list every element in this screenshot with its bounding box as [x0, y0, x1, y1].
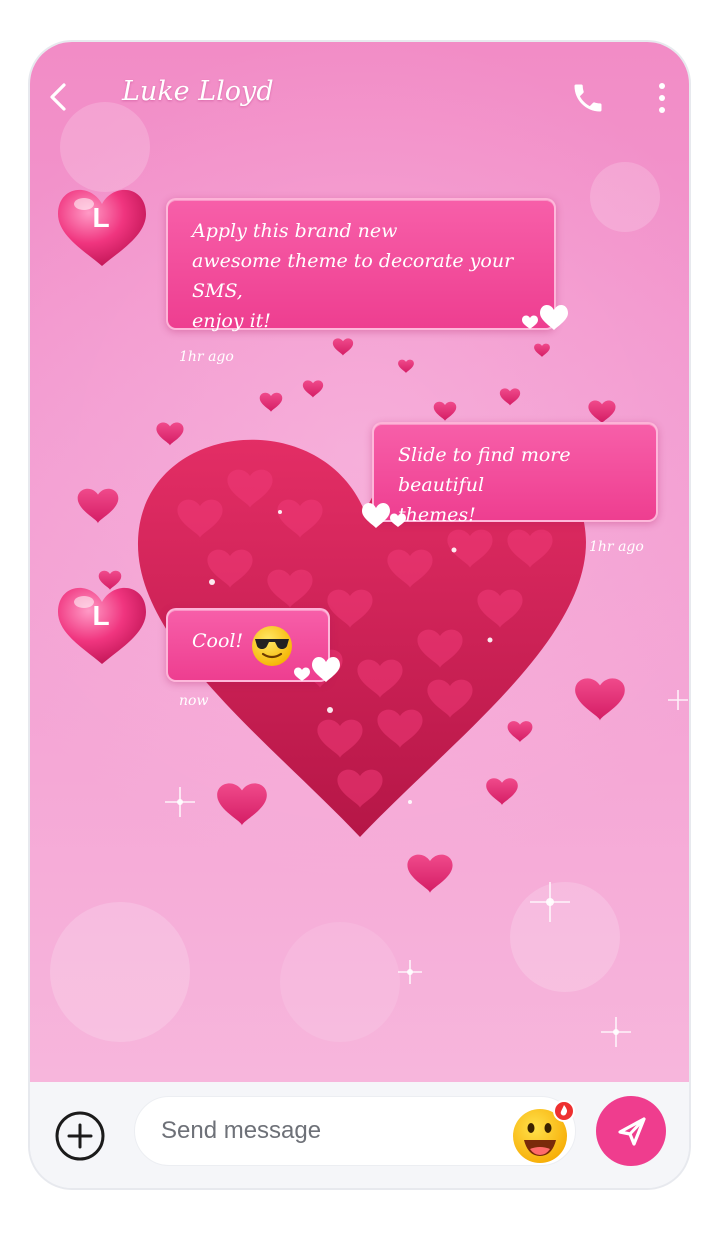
send-button[interactable]: [596, 1096, 666, 1166]
message-timestamp: 1hr ago: [179, 349, 234, 365]
message-line: Apply this brand new: [192, 220, 398, 242]
emoji-icon[interactable]: [510, 1100, 576, 1166]
message-text: Cool!: [192, 630, 244, 652]
message-line: enjoy it!: [192, 310, 271, 332]
message-bubble-incoming[interactable]: Apply this brand new awesome theme to de…: [166, 198, 556, 332]
plus-circle-icon[interactable]: [54, 1110, 106, 1162]
message-line: Slide to find more beautiful: [398, 444, 571, 496]
message-bubble-outgoing[interactable]: Slide to find more beautiful themes!: [372, 422, 658, 526]
message-line: themes!: [398, 504, 476, 526]
message-timestamp: 1hr ago: [589, 539, 644, 555]
chat-background: Luke Lloyd L Apply this brand new awesom…: [30, 42, 689, 1082]
contact-avatar[interactable]: L: [56, 580, 152, 668]
back-chevron-icon[interactable]: [44, 82, 74, 112]
message-line: awesome theme to decorate your SMS,: [192, 250, 514, 302]
heart-decoration-icon: [362, 502, 406, 528]
heart-decoration-icon: [522, 304, 568, 330]
send-icon: [618, 1117, 646, 1146]
phone-frame: Luke Lloyd L Apply this brand new awesom…: [28, 40, 691, 1190]
sunglasses-emoji-icon: [252, 626, 292, 666]
avatar-letter: L: [92, 600, 110, 631]
compose-bar: [30, 1082, 689, 1188]
heart-decoration-icon: [294, 656, 340, 682]
avatar-letter: L: [92, 202, 110, 233]
more-vertical-icon[interactable]: [654, 80, 670, 116]
contact-name[interactable]: Luke Lloyd: [122, 76, 274, 107]
phone-icon[interactable]: [570, 80, 606, 116]
contact-avatar[interactable]: L: [56, 182, 152, 270]
message-timestamp: now: [179, 693, 209, 709]
